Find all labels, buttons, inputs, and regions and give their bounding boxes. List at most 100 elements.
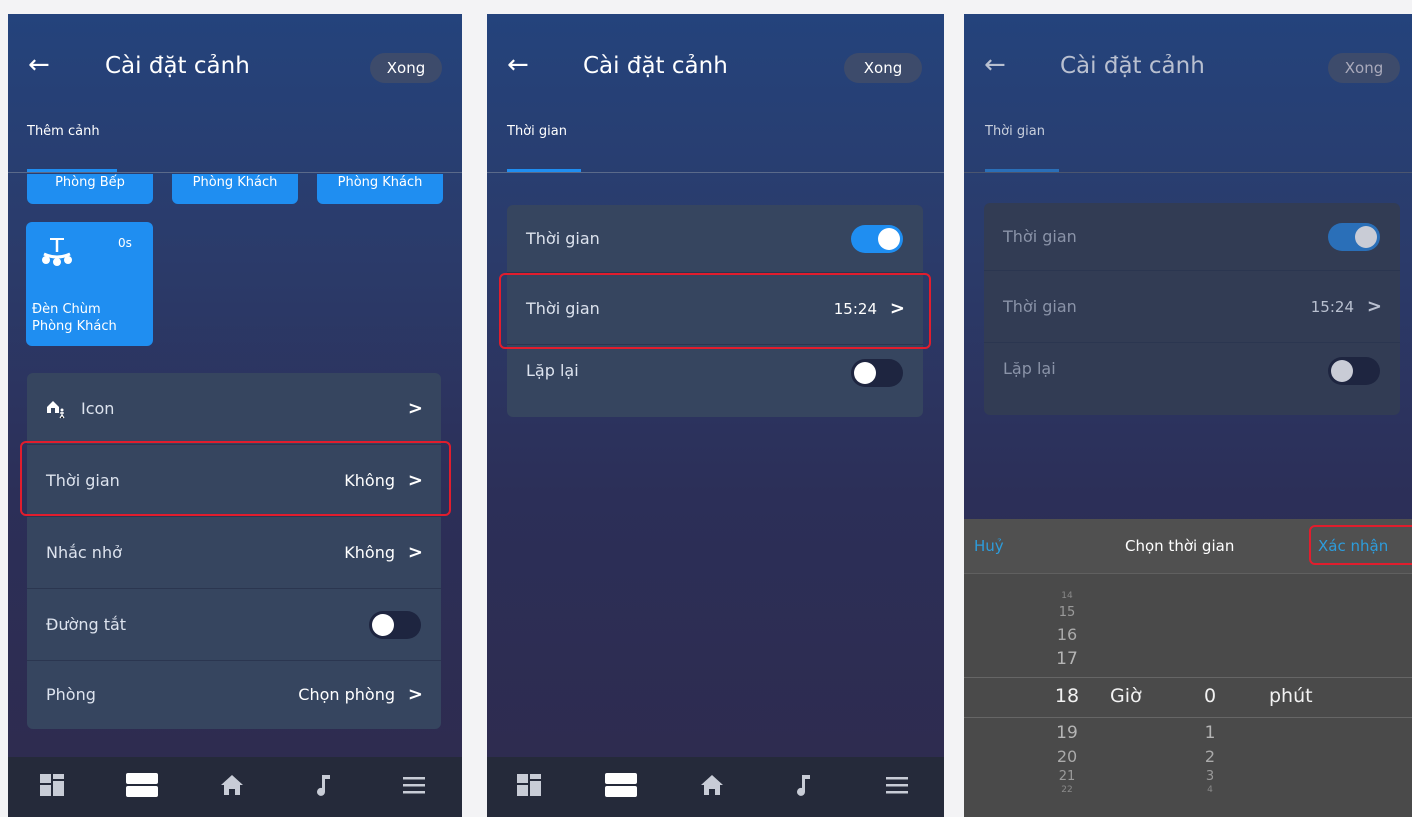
tab-divider — [8, 172, 462, 173]
row-value: 15:24 — [1310, 298, 1354, 316]
hour-option: 19 — [1056, 723, 1078, 743]
row-time-enable: Thời gian — [507, 205, 923, 273]
time-picker-sheet: Huỷ Chọn thời gian Xác nhận 14 15 16 17 … — [964, 519, 1412, 817]
picker-title: Chọn thời gian — [1125, 537, 1235, 555]
selection-line-bottom — [964, 717, 1412, 718]
row-shortcut: Đường tắt — [27, 589, 441, 661]
time-toggle[interactable] — [1328, 223, 1380, 251]
device-room: Phòng Khách — [32, 319, 117, 334]
music-icon[interactable] — [310, 771, 338, 799]
back-arrow-icon[interactable]: ← — [28, 52, 50, 78]
row-label: Đường tắt — [46, 615, 127, 634]
shortcut-toggle[interactable] — [369, 611, 421, 639]
row-value: Chọn phòng — [298, 685, 395, 704]
room-chip[interactable]: Phòng Khách — [317, 174, 443, 204]
dashboard-icon[interactable] — [515, 771, 543, 799]
hour-unit-label: Giờ — [1110, 685, 1142, 707]
home-person-icon — [47, 401, 65, 419]
hour-option: 14 — [1061, 591, 1073, 601]
row-value: Không — [344, 543, 395, 562]
room-chip-label: Phòng Bếp — [55, 175, 125, 190]
minute-option: 2 — [1204, 747, 1216, 766]
hour-option: 15 — [1058, 605, 1076, 620]
chevron-right-icon: > — [407, 542, 423, 563]
screen-time-picker: ← Cài đặt cảnh Xong Thời gian Thời gian … — [964, 14, 1412, 817]
toggle-knob — [878, 228, 900, 250]
row-label: Thời gian — [526, 229, 600, 248]
row-label: Lặp lại — [526, 361, 579, 380]
cancel-button[interactable]: Huỷ — [974, 537, 1004, 555]
room-chip-label: Phòng Khách — [337, 175, 423, 190]
row-label: Thời gian — [1003, 297, 1077, 316]
menu-icon[interactable] — [400, 771, 428, 799]
tab-time[interactable]: Thời gian — [507, 124, 567, 139]
header: ← Cài đặt cảnh Xong Thêm cảnh — [8, 14, 462, 184]
back-arrow-icon[interactable]: ← — [984, 52, 1006, 78]
room-chip[interactable]: Phòng Khách — [172, 174, 298, 204]
hour-option: 17 — [1056, 649, 1078, 669]
header: ← Cài đặt cảnh Xong Thời gian — [964, 14, 1412, 184]
selection-line-top — [964, 677, 1412, 678]
back-arrow-icon[interactable]: ← — [507, 52, 529, 78]
row-reminder[interactable]: Nhắc nhở Không > — [27, 517, 441, 589]
home-icon[interactable] — [218, 771, 246, 799]
done-button[interactable]: Xong — [1328, 53, 1400, 83]
scenes-icon[interactable] — [125, 771, 159, 799]
hour-option-selected: 18 — [1054, 685, 1080, 707]
row-icon[interactable]: Icon > — [27, 373, 441, 445]
row-room[interactable]: Phòng Chọn phòng > — [27, 661, 441, 729]
delay-value: 0s — [118, 236, 132, 250]
minute-option-selected: 0 — [1203, 685, 1217, 707]
tab-divider — [487, 172, 944, 173]
music-icon[interactable] — [790, 771, 818, 799]
minute-option: 1 — [1204, 723, 1216, 743]
time-settings-list: Thời gian Thời gian 15:24 > Lặp lại — [984, 203, 1400, 415]
screen-time-settings: ← Cài đặt cảnh Xong Thời gian Thời gian … — [487, 14, 944, 817]
header: ← Cài đặt cảnh Xong Thời gian — [487, 14, 944, 184]
chevron-right-icon: > — [407, 684, 423, 705]
minute-option: 3 — [1205, 769, 1215, 784]
page-title: Cài đặt cảnh — [1060, 53, 1205, 79]
row-repeat: Lặp lại — [984, 343, 1400, 415]
hour-option: 21 — [1058, 769, 1076, 784]
bottom-nav — [487, 757, 944, 817]
minute-unit-label: phút — [1269, 685, 1313, 707]
device-tile[interactable]: 0s Đèn Chùm Phòng Khách — [26, 222, 153, 346]
hour-option: 16 — [1056, 625, 1078, 644]
toggle-knob — [372, 614, 394, 636]
page-title: Cài đặt cảnh — [583, 53, 728, 79]
hour-option: 20 — [1056, 747, 1078, 766]
done-button[interactable]: Xong — [370, 53, 442, 83]
device-name: Đèn Chùm — [32, 302, 101, 317]
row-time-value[interactable]: Thời gian 15:24 > — [984, 271, 1400, 343]
row-label: Nhắc nhở — [46, 543, 122, 562]
dashboard-icon[interactable] — [38, 771, 66, 799]
minute-option: 4 — [1207, 785, 1213, 795]
chevron-right-icon: > — [1366, 296, 1382, 317]
tab-divider — [964, 172, 1412, 173]
room-chip-label: Phòng Khách — [192, 175, 278, 190]
settings-list: Icon > Thời gian Không > Nhắc nhở Không … — [27, 373, 441, 729]
scenes-icon[interactable] — [604, 771, 638, 799]
chevron-right-icon: > — [407, 398, 423, 419]
chandelier-icon — [42, 238, 72, 266]
home-icon[interactable] — [698, 771, 726, 799]
toggle-knob — [854, 362, 876, 384]
tab-add-scene[interactable]: Thêm cảnh — [27, 124, 100, 139]
menu-icon[interactable] — [883, 771, 911, 799]
row-repeat: Lặp lại — [507, 345, 923, 417]
room-chip[interactable]: Phòng Bếp — [27, 174, 153, 204]
row-time-enable: Thời gian — [984, 203, 1400, 271]
picker-toolbar: Huỷ Chọn thời gian Xác nhận — [964, 519, 1412, 574]
time-toggle[interactable] — [851, 225, 903, 253]
toggle-knob — [1331, 360, 1353, 382]
repeat-toggle[interactable] — [1328, 357, 1380, 385]
row-label: Phòng — [46, 685, 96, 704]
done-button[interactable]: Xong — [844, 53, 922, 83]
toggle-knob — [1355, 226, 1377, 248]
page-title: Cài đặt cảnh — [105, 53, 250, 79]
tab-time[interactable]: Thời gian — [985, 124, 1045, 139]
highlight-box — [20, 441, 451, 516]
row-label: Lặp lại — [1003, 359, 1056, 378]
repeat-toggle[interactable] — [851, 359, 903, 387]
